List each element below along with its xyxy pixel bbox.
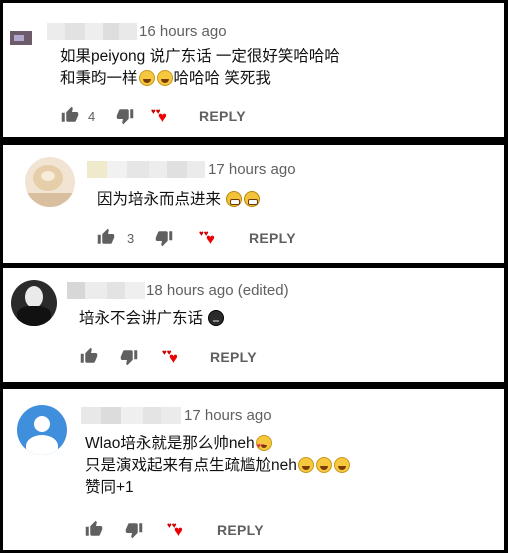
comment-line: Wlao培永就是那么帅neh xyxy=(85,433,273,458)
squinting-face-icon xyxy=(244,191,261,207)
grinning-squinting-face-icon xyxy=(138,70,155,86)
comment-line: 赞同+1 xyxy=(85,479,134,496)
comment-text: 和秉昀一样 xyxy=(60,70,138,87)
like-count: 3 xyxy=(127,231,135,246)
avatar[interactable] xyxy=(11,280,57,326)
comment-panel: 18 hours ago (edited) 培永不会讲广东话 ♥♥ ♥ REPLY xyxy=(3,268,504,382)
comment-actions: 4 ♥♥ ♥ REPLY xyxy=(61,106,361,126)
thumbs-up-icon[interactable] xyxy=(80,347,98,365)
comment-line: 培永不会讲广东话 xyxy=(79,308,225,330)
redacted-username[interactable] xyxy=(47,23,137,40)
comment-timestamp[interactable]: 17 hours ago xyxy=(184,407,272,424)
thumbs-up-icon[interactable] xyxy=(97,228,115,246)
redacted-username[interactable] xyxy=(67,282,145,299)
reply-button[interactable]: REPLY xyxy=(199,108,246,124)
comment-line: 因为培永而点进来 xyxy=(97,189,261,211)
comment-text: 只是演戏起来有点生疏尴尬neh xyxy=(85,457,297,474)
dark-face-icon xyxy=(208,310,225,326)
thumbs-up-icon[interactable] xyxy=(61,106,79,124)
comment-timestamp[interactable]: 18 hours ago (edited) xyxy=(146,282,289,299)
reply-button[interactable]: REPLY xyxy=(210,349,257,365)
comment-actions: 3 ♥♥ ♥ REPLY xyxy=(97,228,397,248)
grinning-squinting-face-icon xyxy=(156,70,173,86)
grinning-squinting-face-icon xyxy=(333,457,350,473)
reply-button[interactable]: REPLY xyxy=(249,230,296,246)
comment-text: 哈哈哈 笑死我 xyxy=(173,70,271,87)
avatar[interactable] xyxy=(25,157,75,207)
redacted-username[interactable] xyxy=(81,407,181,424)
comment-timestamp[interactable]: 16 hours ago xyxy=(139,23,227,40)
avatar[interactable] xyxy=(8,17,36,45)
comment-timestamp[interactable]: 17 hours ago xyxy=(208,161,296,178)
thumbs-down-icon[interactable] xyxy=(125,521,143,539)
comment-text: 培永不会讲广东话 xyxy=(79,310,204,327)
reply-button[interactable]: REPLY xyxy=(217,522,264,538)
comment-line: 如果peiyong 说广东话 一定很好笑哈哈哈 xyxy=(60,48,340,65)
like-count: 4 xyxy=(88,109,96,124)
heart-eyes-face-icon xyxy=(255,435,272,458)
creator-heart-icon: ♥♥ ♥ xyxy=(151,107,167,126)
creator-heart-icon: ♥♥ ♥ xyxy=(199,229,215,248)
creator-heart-icon: ♥♥ ♥ xyxy=(162,348,178,367)
comment-text: 因为培永而点进来 xyxy=(97,191,222,208)
avatar[interactable] xyxy=(17,405,67,455)
grinning-squinting-face-icon xyxy=(297,457,314,473)
grinning-squinting-face-icon xyxy=(315,457,332,473)
thumbs-down-icon[interactable] xyxy=(120,348,138,366)
comment-actions: ♥♥ ♥ REPLY xyxy=(80,347,380,367)
comment-actions: ♥♥ ♥ REPLY xyxy=(85,520,385,540)
thumbs-down-icon[interactable] xyxy=(155,229,173,247)
comment-text: Wlao培永就是那么帅neh xyxy=(85,435,255,452)
comment-panel: 17 hours ago 因为培永而点进来 3 ♥♥ ♥ REPLY xyxy=(3,145,504,263)
comment-line: 只是演戏起来有点生疏尴尬neh xyxy=(85,455,351,477)
squinting-face-icon xyxy=(226,191,243,207)
thumbs-up-icon[interactable] xyxy=(85,520,103,538)
comment-line: 和秉昀一样 哈哈哈 笑死我 xyxy=(60,68,271,90)
comment-panel: 16 hours ago 如果peiyong 说广东话 一定很好笑哈哈哈 和秉昀… xyxy=(3,3,504,137)
redacted-username[interactable] xyxy=(87,161,205,178)
comment-panel: 17 hours ago Wlao培永就是那么帅neh 只是演戏起来有点生疏尴尬… xyxy=(3,389,504,550)
creator-heart-icon: ♥♥ ♥ xyxy=(167,521,183,540)
thumbs-down-icon[interactable] xyxy=(116,107,134,125)
